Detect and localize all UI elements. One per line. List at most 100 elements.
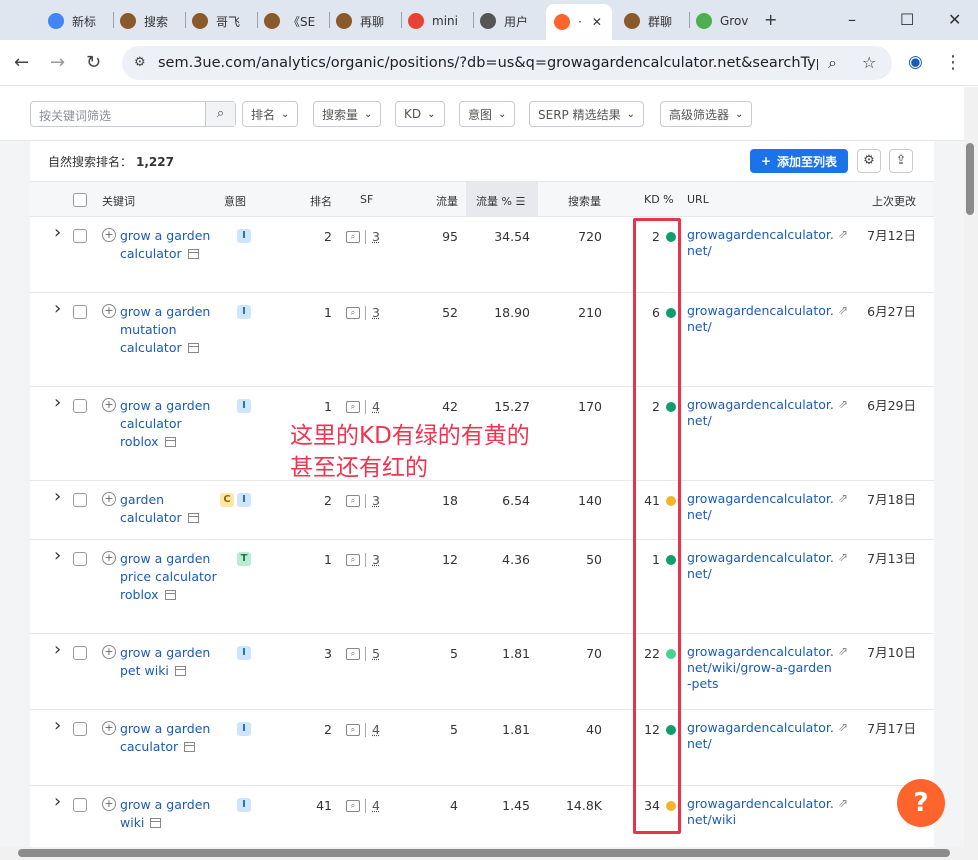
add-to-list-button[interactable]: + 添加至列表 — [750, 149, 848, 173]
expand-chevron-icon[interactable]: › — [54, 545, 61, 566]
keyword-cell[interactable]: garden calculator — [120, 491, 220, 527]
browser-tab[interactable]: 《SE — [264, 8, 326, 34]
external-link-icon[interactable]: ⇗ — [838, 796, 848, 810]
external-link-icon[interactable]: ⇗ — [838, 227, 848, 241]
expand-chevron-icon[interactable]: › — [54, 791, 61, 812]
add-keyword-icon[interactable]: + — [102, 304, 116, 318]
external-link-icon[interactable]: ⇗ — [838, 491, 848, 505]
url-link[interactable]: growagardencalculator.net/ — [687, 491, 835, 523]
external-link-icon[interactable]: ⇗ — [838, 303, 848, 317]
col-keyword[interactable]: 关键词 — [102, 193, 135, 209]
col-updated[interactable]: 上次更改 — [872, 193, 916, 209]
browser-tab[interactable]: Grov — [696, 8, 752, 34]
expand-chevron-icon[interactable]: › — [54, 715, 61, 736]
col-position[interactable]: 排名 — [310, 193, 332, 209]
add-keyword-icon[interactable]: + — [102, 492, 116, 506]
row-checkbox[interactable] — [73, 798, 87, 812]
keyword-link[interactable]: garden calculator — [120, 492, 182, 525]
sf-count[interactable]: 3 — [372, 305, 380, 320]
row-checkbox[interactable] — [73, 646, 87, 660]
expand-chevron-icon[interactable]: › — [54, 486, 61, 507]
search-page-icon[interactable]: ⌕ — [828, 53, 837, 73]
url-link[interactable]: growagardencalculator.net/ — [687, 227, 835, 259]
sf-cell[interactable]: ⌕ 4 — [346, 399, 380, 414]
add-keyword-icon[interactable]: + — [102, 551, 116, 565]
col-traffic[interactable]: 流量 — [436, 193, 458, 209]
col-sf[interactable]: SF — [360, 193, 373, 206]
sf-cell[interactable]: ⌕ 3 — [346, 229, 380, 244]
col-traffic-pct[interactable]: 流量 % ☰ — [476, 193, 525, 209]
help-button[interactable]: ? — [897, 779, 945, 827]
browser-tab[interactable]: 再聊 — [336, 8, 398, 34]
site-info-icon[interactable]: ⚙ — [134, 55, 146, 70]
filter-intent-dropdown[interactable]: 意图 ⌄ — [459, 101, 516, 127]
url-link[interactable]: growagardencalculator.net/wiki/grow-a-ga… — [687, 644, 835, 692]
url-link[interactable]: growagardencalculator.net/wiki — [687, 796, 835, 828]
row-checkbox[interactable] — [73, 399, 87, 413]
expand-chevron-icon[interactable]: › — [54, 222, 61, 243]
keyword-link[interactable]: grow a garden caculator — [120, 721, 210, 754]
serp-snapshot-icon[interactable] — [184, 742, 196, 752]
filter-serp-dropdown[interactable]: SERP 精选结果 ⌄ — [529, 101, 644, 127]
expand-chevron-icon[interactable]: › — [54, 639, 61, 660]
url-link[interactable]: growagardencalculator.net/ — [687, 303, 835, 335]
external-link-icon[interactable]: ⇗ — [838, 550, 848, 564]
keyword-cell[interactable]: grow a garden calculator — [120, 227, 220, 263]
sf-count[interactable]: 4 — [372, 722, 380, 737]
add-keyword-icon[interactable]: + — [102, 228, 116, 242]
menu-icon[interactable]: ⋮ — [944, 52, 962, 73]
scroll-thumb[interactable] — [18, 849, 950, 857]
col-intent[interactable]: 意图 — [224, 193, 246, 209]
add-keyword-icon[interactable]: + — [102, 721, 116, 735]
expand-chevron-icon[interactable]: › — [54, 298, 61, 319]
keyword-link[interactable]: grow a garden pet wiki — [120, 645, 210, 678]
serp-snapshot-icon[interactable] — [187, 343, 199, 353]
forward-icon[interactable]: → — [50, 52, 65, 73]
vertical-scrollbar[interactable] — [964, 87, 978, 847]
browser-tab[interactable]: mini — [408, 8, 470, 34]
horizontal-scrollbar[interactable] — [0, 847, 978, 860]
sf-cell[interactable]: ⌕ 5 — [346, 646, 380, 661]
advanced-filter-dropdown[interactable]: 高级筛选器 ⌄ — [660, 101, 753, 127]
browser-tab[interactable]: · ✕ — [546, 4, 612, 40]
browser-tab[interactable]: 群聊 — [624, 8, 686, 34]
url-link[interactable]: growagardencalculator.net/ — [687, 397, 835, 429]
add-keyword-icon[interactable]: + — [102, 398, 116, 412]
sf-count[interactable]: 3 — [372, 552, 380, 567]
serp-snapshot-icon[interactable] — [164, 590, 176, 600]
row-checkbox[interactable] — [73, 722, 87, 736]
keyword-cell[interactable]: grow a garden price calculator roblox — [120, 550, 220, 604]
row-checkbox[interactable] — [73, 493, 87, 507]
back-icon[interactable]: ← — [14, 52, 29, 73]
sf-cell[interactable]: ⌕ 4 — [346, 722, 380, 737]
filter-volume-dropdown[interactable]: 搜索量 ⌄ — [313, 101, 382, 127]
url-text[interactable]: sem.3ue.com/analytics/organic/positions/… — [158, 55, 818, 71]
url-link[interactable]: growagardencalculator.net/ — [687, 720, 835, 752]
serp-snapshot-icon[interactable] — [174, 666, 186, 676]
serp-snapshot-icon[interactable] — [150, 818, 162, 828]
address-bar[interactable]: ⚙ sem.3ue.com/analytics/organic/position… — [122, 46, 892, 80]
close-tab-icon[interactable]: ✕ — [592, 15, 602, 29]
browser-tab[interactable]: 搜索 — [120, 8, 182, 34]
reload-icon[interactable]: ↻ — [86, 52, 101, 73]
select-all-checkbox[interactable] — [73, 193, 87, 207]
keyword-cell[interactable]: grow a garden pet wiki — [120, 644, 220, 680]
keyword-link[interactable]: grow a garden wiki — [120, 797, 210, 830]
sf-count[interactable]: 3 — [372, 229, 380, 244]
browser-tab[interactable]: 新标 — [48, 8, 110, 34]
external-link-icon[interactable]: ⇗ — [838, 397, 848, 411]
filter-kd-dropdown[interactable]: KD ⌄ — [395, 101, 445, 127]
settings-icon[interactable]: ⚙ — [857, 149, 881, 173]
col-kd[interactable]: KD % — [644, 193, 674, 206]
export-icon[interactable]: ⇪ — [889, 149, 913, 173]
col-volume[interactable]: 搜索量 — [568, 193, 601, 209]
row-checkbox[interactable] — [73, 229, 87, 243]
sf-count[interactable]: 4 — [372, 399, 380, 414]
row-checkbox[interactable] — [73, 552, 87, 566]
new-tab-icon[interactable]: + — [764, 10, 777, 29]
add-keyword-icon[interactable]: + — [102, 645, 116, 659]
minimize-icon[interactable]: – — [848, 10, 856, 29]
sf-count[interactable]: 5 — [372, 646, 380, 661]
keyword-filter-input[interactable]: 按关键词筛选 ⌕ — [30, 101, 236, 127]
external-link-icon[interactable]: ⇗ — [838, 720, 848, 734]
